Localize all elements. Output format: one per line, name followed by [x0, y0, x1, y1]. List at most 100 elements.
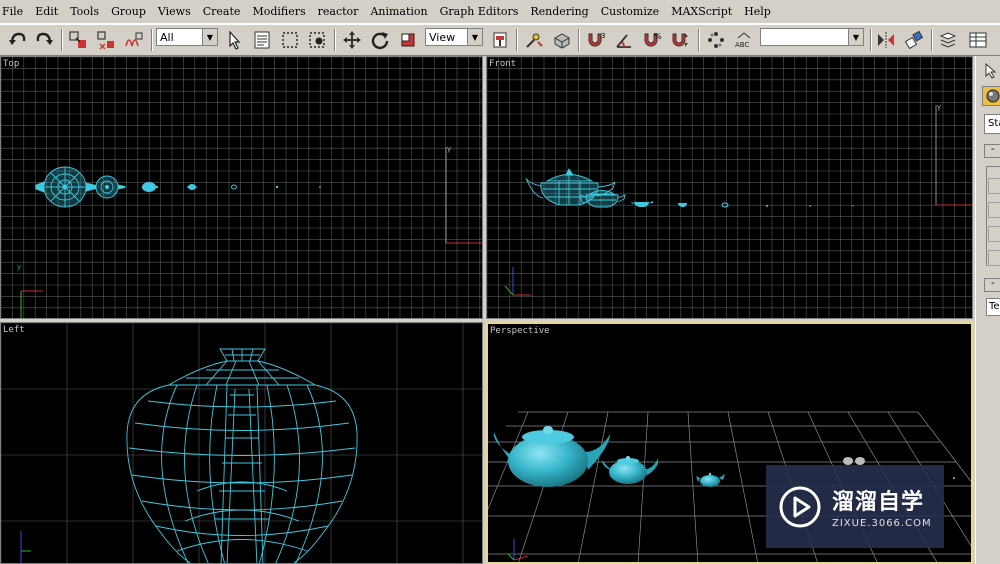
teapot-top-small — [142, 182, 321, 192]
menu-maxscript[interactable]: MAXScript — [665, 0, 738, 24]
menu-file[interactable]: File — [0, 0, 29, 24]
keyboard-shortcut-override-button[interactable] — [550, 28, 574, 52]
svg-text:3: 3 — [601, 32, 605, 40]
unlink-selection-button[interactable] — [94, 28, 118, 52]
rollout-button-1[interactable] — [988, 178, 1000, 194]
chevron-down-icon: ▼ — [467, 29, 482, 45]
menu-customize[interactable]: Customize — [595, 0, 665, 24]
layers-icon — [939, 32, 957, 48]
named-selection-sets-dropdown[interactable]: ▼ — [760, 28, 864, 46]
selection-filter-value: All — [160, 30, 174, 44]
menu-bar: File Edit Tools Group Views Create Modif… — [0, 0, 1000, 24]
spinner-snap-icon — [672, 33, 688, 47]
teapot-left-wireframe — [126, 348, 358, 563]
rollout-button-2[interactable] — [988, 202, 1000, 218]
abc-icon: ABC — [735, 32, 751, 49]
viewport-top[interactable]: Top y y — [0, 56, 483, 319]
select-object-button[interactable] — [222, 28, 246, 52]
viewport-left-label[interactable]: Left — [3, 325, 25, 335]
window-crossing-button[interactable] — [306, 28, 330, 52]
bind-to-space-warp-button[interactable] — [122, 28, 146, 52]
menu-reactor[interactable]: reactor — [312, 0, 365, 24]
chevron-down-icon: ▼ — [848, 29, 863, 45]
svg-text:ABC: ABC — [735, 41, 749, 49]
angle-snap-icon — [616, 34, 631, 48]
edit-named-selection-button[interactable] — [704, 28, 728, 52]
menu-create[interactable]: Create — [197, 0, 247, 24]
pivot-center-icon — [493, 32, 507, 48]
abc-text-button[interactable]: ABC — [732, 28, 756, 52]
watermark-title: 溜溜自学 — [832, 490, 925, 515]
select-and-scale-button[interactable] — [396, 28, 420, 52]
top-view-scene: y y — [1, 57, 482, 318]
percent-snap-toggle-button[interactable]: % — [640, 28, 664, 52]
menu-graph-editors[interactable]: Graph Editors — [434, 0, 525, 24]
chevron-down-icon: ▼ — [202, 29, 217, 45]
viewport-front-label[interactable]: Front — [489, 59, 516, 69]
align-button[interactable] — [902, 28, 926, 52]
rectangular-selection-button[interactable] — [278, 28, 302, 52]
snap-magnet-icon: 3 — [588, 32, 605, 47]
curve-editor-icon — [969, 32, 987, 48]
layer-manager-button[interactable] — [936, 28, 960, 52]
left-axis-tripod — [20, 531, 31, 563]
selection-filter-dropdown[interactable]: All ▼ — [156, 28, 218, 46]
name-field[interactable]: Te — [986, 298, 1000, 316]
spinner-snap-toggle-button[interactable] — [668, 28, 692, 52]
menu-rendering[interactable]: Rendering — [524, 0, 594, 24]
left-view-scene — [1, 323, 482, 563]
menu-edit[interactable]: Edit — [29, 0, 64, 24]
reference-coordinate-dropdown[interactable]: View ▼ — [425, 28, 483, 46]
viewport-perspective-label[interactable]: Perspective — [490, 326, 550, 336]
select-and-move-button[interactable] — [340, 28, 364, 52]
use-pivot-point-center-button[interactable] — [488, 28, 512, 52]
svg-text:%: % — [654, 32, 662, 41]
viewport-front[interactable]: Front y — [486, 56, 973, 319]
named-selection-icon — [708, 32, 724, 48]
mirror-button[interactable] — [874, 28, 898, 52]
viewport-top-label[interactable]: Top — [3, 59, 19, 69]
teapot-perspective-1 — [493, 426, 610, 487]
select-and-link-button[interactable] — [66, 28, 90, 52]
mirror-icon — [878, 32, 894, 48]
manipulate-icon — [526, 33, 543, 48]
viewport-left[interactable]: Left — [0, 322, 483, 564]
redo-button[interactable] — [32, 28, 56, 52]
rect-select-icon — [282, 32, 298, 48]
sphere-icon — [986, 89, 1000, 103]
undo-icon — [9, 32, 26, 45]
menu-tools[interactable]: Tools — [64, 0, 105, 24]
watermark: 溜溜自学 ZIXUE.3066.COM — [766, 465, 944, 548]
move-icon — [343, 31, 361, 49]
front-axis-tripod — [504, 267, 531, 296]
top-axis-tripod: y — [17, 263, 43, 318]
select-and-manipulate-button[interactable] — [522, 28, 546, 52]
menu-views[interactable]: Views — [152, 0, 197, 24]
rollout-collapse-button[interactable]: - — [984, 144, 1000, 158]
front-view-scene: y — [487, 57, 972, 318]
menu-help[interactable]: Help — [738, 0, 777, 24]
teapot-top-2 — [90, 175, 126, 199]
menu-modifiers[interactable]: Modifiers — [246, 0, 311, 24]
snaps-toggle-button[interactable]: 3 — [584, 28, 608, 52]
scale-icon — [401, 33, 415, 47]
play-logo-icon — [779, 486, 821, 527]
curve-editor-button[interactable] — [966, 28, 990, 52]
menu-animation[interactable]: Animation — [364, 0, 433, 24]
select-by-name-button[interactable] — [250, 28, 274, 52]
window-crossing-icon — [309, 32, 325, 48]
angle-snap-toggle-button[interactable] — [612, 28, 636, 52]
menu-group[interactable]: Group — [105, 0, 152, 24]
rollout-button-4[interactable] — [988, 250, 1000, 266]
teapot-perspective-3 — [696, 472, 725, 487]
object-type-field[interactable]: Sta — [984, 114, 1000, 134]
percent-snap-icon: % — [644, 32, 662, 47]
rollout-button-3[interactable] — [988, 226, 1000, 242]
undo-button[interactable] — [6, 28, 30, 52]
rollout-collapse-button-2[interactable]: - — [984, 278, 1000, 292]
unlink-icon — [97, 31, 114, 50]
select-and-rotate-button[interactable] — [368, 28, 392, 52]
redo-icon — [36, 32, 53, 45]
align-icon — [904, 30, 924, 50]
create-geometry-tab[interactable] — [982, 86, 1000, 106]
